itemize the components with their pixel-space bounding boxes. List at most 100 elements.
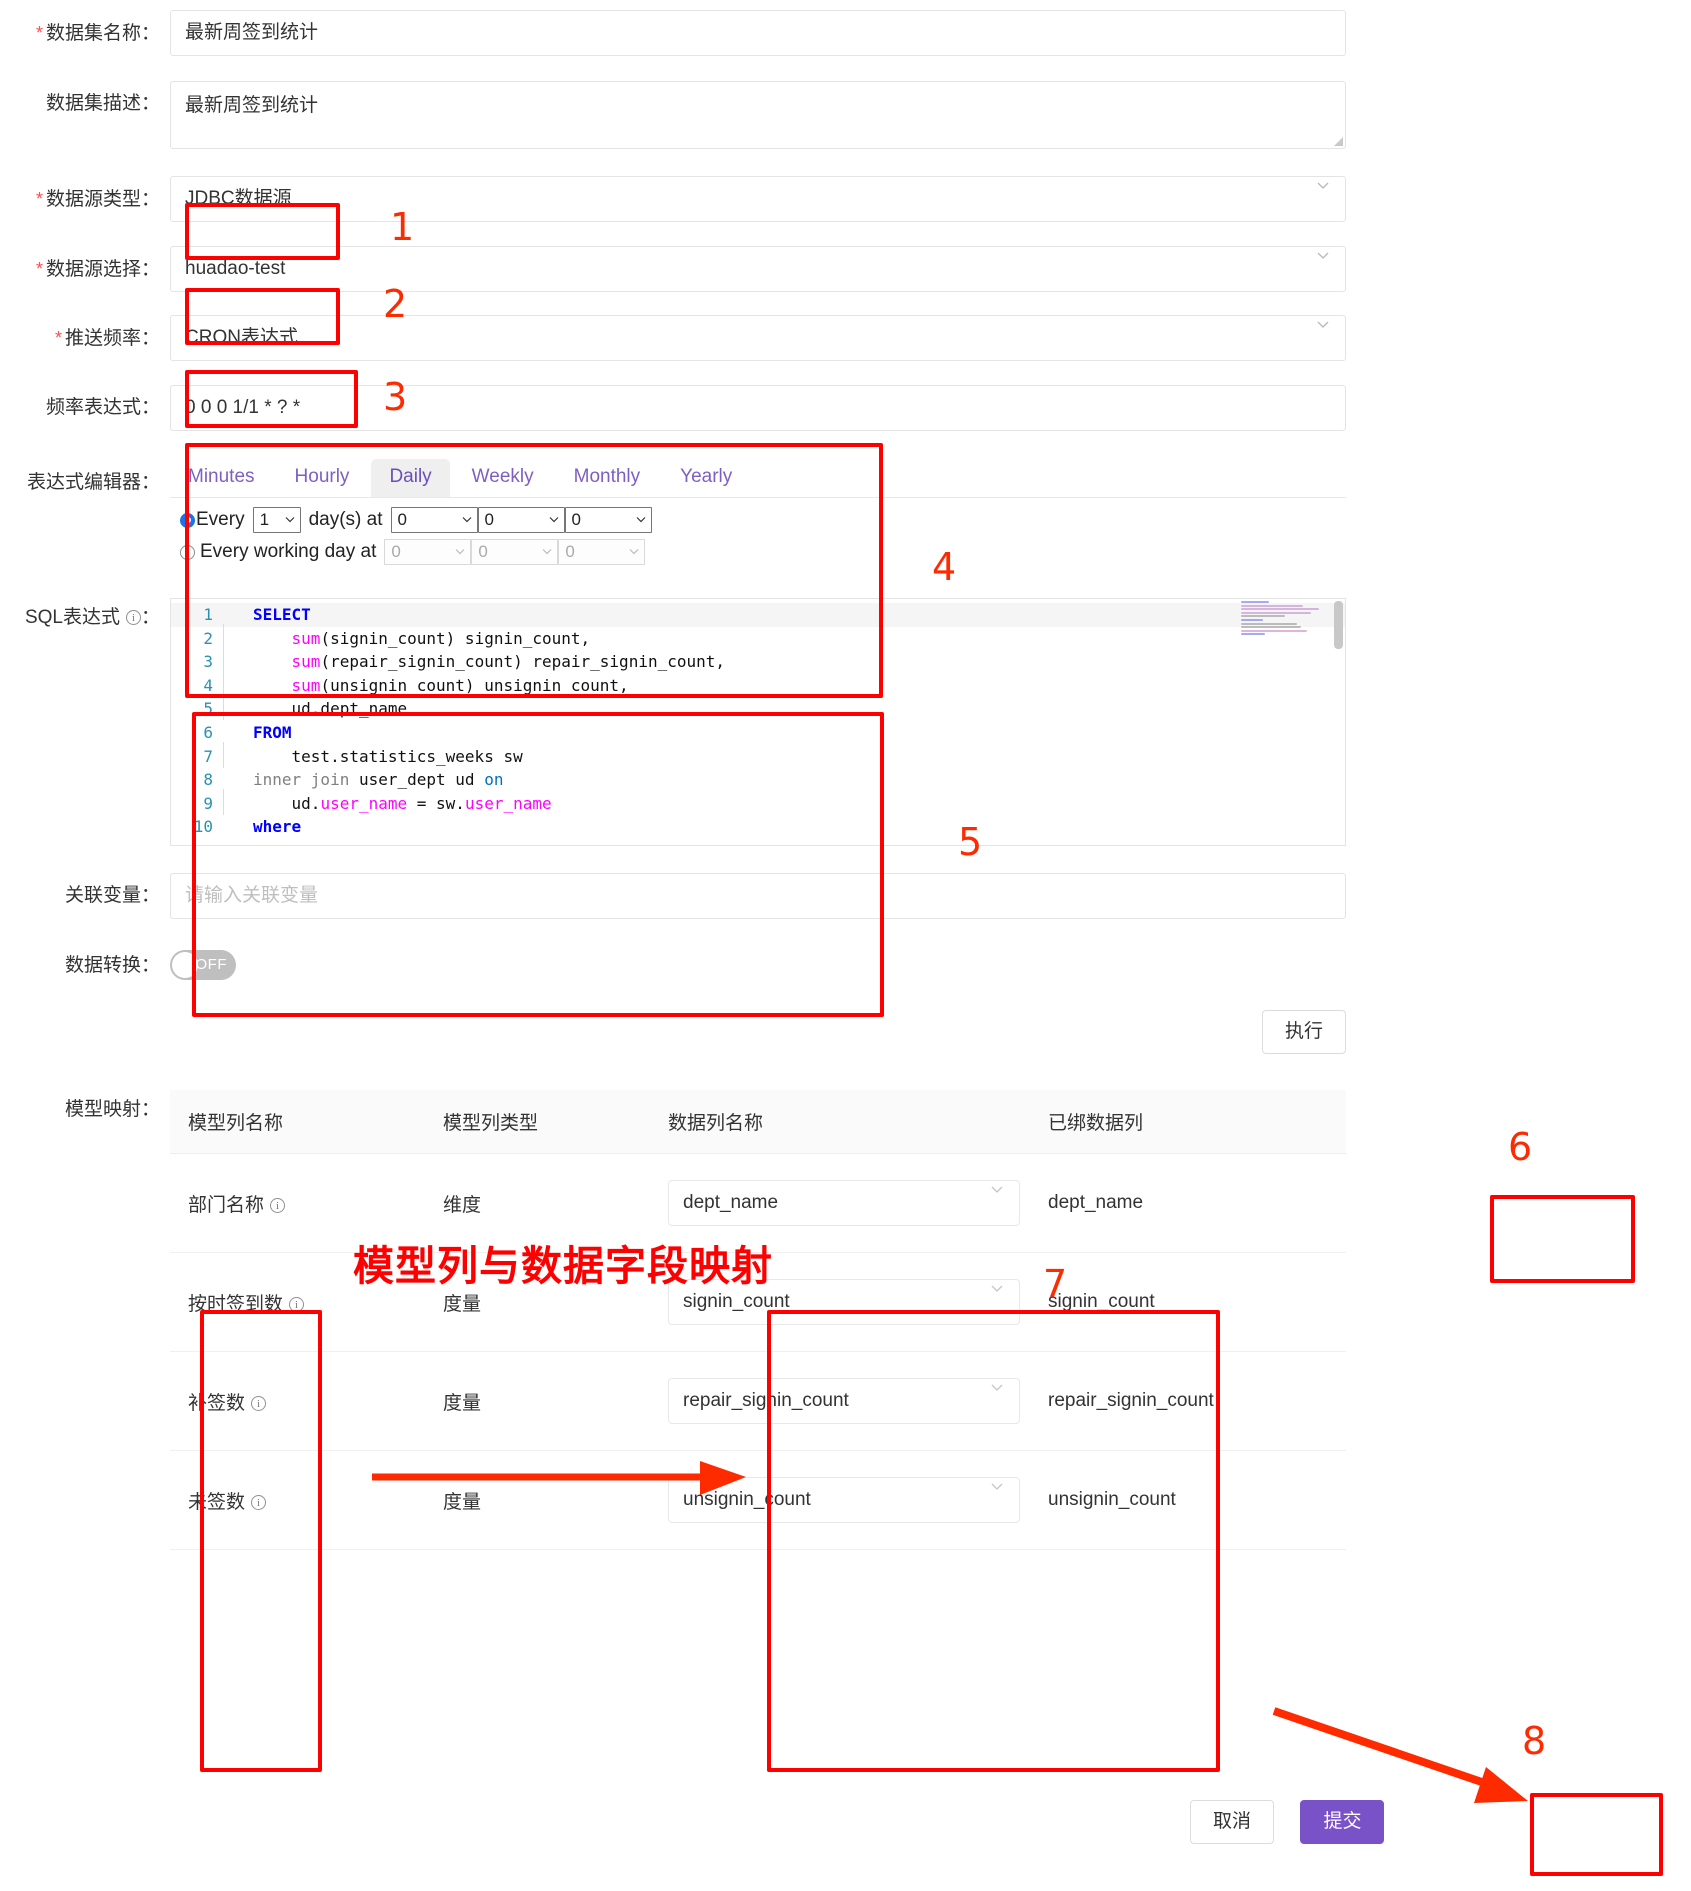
freq-expression-input[interactable]: 0 0 0 1/1 * ? * — [170, 385, 1346, 431]
chevron-down-icon — [454, 540, 466, 564]
execute-button[interactable]: 执行 — [1262, 1010, 1347, 1054]
field-related-variable: 关联变量： 请输入关联变量 — [0, 873, 1346, 919]
model-col-name-text: 补签数 — [188, 1392, 246, 1414]
cron-tab-yearly[interactable]: Yearly — [662, 459, 750, 497]
cron-option-every[interactable]: Every 1 day(s) at 0 0 0 — [180, 506, 1346, 534]
cron-every-second-select[interactable]: 0 — [564, 507, 652, 533]
field-datasource-select: * 数据源选择： huadao-test — [0, 246, 1346, 293]
header-data-col-name: 数据列名称 — [650, 1090, 1030, 1154]
chevron-down-icon — [635, 508, 647, 532]
sql-line-code: sum(unsignin_count) unsignin_count, — [223, 670, 629, 698]
radio-every[interactable] — [180, 512, 195, 528]
required-asterisk: * — [54, 328, 62, 348]
field-data-transform: 数据转换： OFF — [0, 950, 236, 985]
cron-tab-daily[interactable]: Daily — [371, 459, 450, 497]
sql-line: 10 where — [171, 815, 1345, 839]
sql-line-code: test.statistics_weeks sw — [223, 741, 523, 769]
data-col-select[interactable]: repair_signin_count — [668, 1378, 1020, 1424]
sql-expression-label: SQL表达式 i： — [24, 607, 160, 628]
cron-option-working-day[interactable]: Every working day at 0 0 0 — [180, 538, 1346, 566]
required-asterisk: * — [35, 259, 43, 279]
cron-tab-monthly[interactable]: Monthly — [556, 459, 659, 497]
cell-model-col-type: 度量 — [425, 1351, 650, 1451]
related-variable-input[interactable]: 请输入关联变量 — [170, 873, 1346, 919]
required-asterisk: * — [35, 23, 43, 43]
annotation-number-7: 7 — [1043, 1262, 1068, 1306]
model-mapping-table: 模型列名称 模型列类型 数据列名称 已绑数据列 部门名称 i 维度 dept_name… — [170, 1090, 1346, 1550]
info-icon[interactable]: i — [289, 1296, 305, 1312]
sql-line-code: where — [253, 817, 302, 837]
cell-bound-data-col: dept_name — [1030, 1153, 1346, 1253]
info-icon[interactable]: i — [251, 1494, 267, 1510]
datasource-select-dropdown[interactable]: huadao-test — [170, 246, 1346, 292]
sql-line-code: FROM — [253, 722, 292, 742]
dataset-desc-textarea[interactable]: 最新周签到统计 — [170, 81, 1346, 149]
cron-tab-weekly[interactable]: Weekly — [454, 459, 552, 497]
sql-line-code: sum(repair_signin_count) repair_signin_c… — [223, 647, 725, 674]
related-variable-label: 关联变量： — [64, 885, 160, 906]
cron-tab-minutes[interactable]: Minutes — [170, 459, 273, 497]
cron-every-minute-select[interactable]: 0 — [477, 507, 565, 533]
sql-line-code: ud.dept_name — [223, 694, 407, 721]
annotation-number-1: 1 — [390, 205, 415, 249]
cron-working-second-select: 0 — [558, 539, 646, 565]
push-frequency-select[interactable]: CRON表达式 — [170, 315, 1346, 361]
dataset-desc-label: 数据集描述： — [45, 93, 160, 114]
cron-every-hour-select[interactable]: 0 — [390, 507, 478, 533]
cancel-button[interactable]: 取消 — [1190, 1800, 1275, 1844]
model-mapping-label: 模型映射： — [64, 1099, 160, 1120]
sql-line: 5 ud.dept_name — [171, 694, 1345, 721]
field-push-frequency: * 推送频率： CRON表达式 — [0, 315, 1346, 362]
data-col-select[interactable]: unsignin_count — [668, 1477, 1020, 1523]
sql-editor[interactable]: 1 SELECT 2 sum(signin_count) signin_count,… — [170, 598, 1346, 846]
sql-line: 7 test.statistics_weeks sw — [171, 741, 1345, 769]
sql-line-number: 7 — [203, 746, 213, 766]
sql-line: 4 sum(unsignin_count) unsignin_count, — [171, 670, 1345, 698]
data-col-select-value: repair_signin_count — [683, 1390, 849, 1411]
annotation-number-5: 5 — [958, 820, 983, 864]
cron-every-days-value: 1 — [259, 510, 270, 529]
table-row: 未签数 i 度量 unsignin_count unsignin_count — [170, 1450, 1346, 1550]
cron-every-prefix: Every — [196, 509, 245, 530]
data-transform-toggle[interactable]: OFF — [170, 950, 236, 980]
chevron-down-icon — [989, 1478, 1005, 1494]
sql-line-code: SELECT — [253, 605, 311, 624]
sql-line-code: sum(signin_count) signin_count, — [223, 623, 590, 651]
dataset-name-input[interactable]: 最新周签到统计 — [170, 10, 1346, 56]
footer-buttons: 取消 提交 — [1190, 1800, 1385, 1844]
cron-working-hour-value: 0 — [391, 542, 401, 561]
info-icon[interactable]: i — [125, 610, 141, 625]
sql-line-code: ud.user_name = sw.user_name — [223, 788, 552, 816]
annotation-number-2: 2 — [383, 282, 408, 326]
submit-button[interactable]: 提交 — [1300, 1800, 1385, 1844]
cell-model-col-name: 未签数 i — [170, 1450, 425, 1550]
radio-working-day[interactable] — [180, 544, 195, 560]
datasource-type-select[interactable]: JDBC数据源 — [170, 176, 1346, 222]
annotation-box-6 — [1490, 1195, 1635, 1283]
annotation-number-4: 4 — [932, 545, 957, 589]
annotation-title: 模型列与数据字段映射 — [353, 1243, 773, 1289]
cron-every-minute-value: 0 — [484, 510, 494, 529]
field-dataset-desc: 数据集描述： 最新周签到统计 — [0, 81, 1346, 149]
cron-every-days-select[interactable]: 1 — [252, 507, 301, 533]
datasource-select-label: * 数据源选择： — [35, 259, 160, 280]
header-bound-data-col: 已绑数据列 — [1030, 1090, 1346, 1154]
sql-line-number: 8 — [203, 770, 213, 790]
data-col-select[interactable]: dept_name — [668, 1180, 1020, 1226]
dataset-config-page: * 数据集名称： 最新周签到统计 数据集描述： 最新周签到统计 * 数据源类型： J… — [0, 0, 1691, 1891]
sql-line: 6 FROM — [171, 721, 1345, 745]
sql-code-lines: 1 SELECT 2 sum(signin_count) signin_count,… — [171, 599, 1345, 839]
table-header-row: 模型列名称 模型列类型 数据列名称 已绑数据列 — [170, 1090, 1346, 1154]
freq-expression-label: 频率表达式： — [45, 397, 160, 418]
cell-bound-data-col: signin_count — [1030, 1252, 1346, 1352]
info-icon[interactable]: i — [270, 1197, 286, 1213]
info-icon[interactable]: i — [251, 1395, 267, 1411]
sql-editor-scrollbar[interactable] — [1332, 599, 1345, 845]
cron-working-minute-value: 0 — [478, 542, 488, 561]
sql-line: 9 ud.user_name = sw.user_name — [171, 788, 1345, 816]
header-model-col-type: 模型列类型 — [425, 1090, 650, 1154]
field-sql-expression: SQL表达式 i： 1 SELECT 2 sum(signin_count) sign… — [0, 598, 1346, 846]
annotation-box-8 — [1530, 1793, 1663, 1876]
chevron-down-icon — [989, 1280, 1005, 1296]
cron-tab-hourly[interactable]: Hourly — [277, 459, 368, 497]
